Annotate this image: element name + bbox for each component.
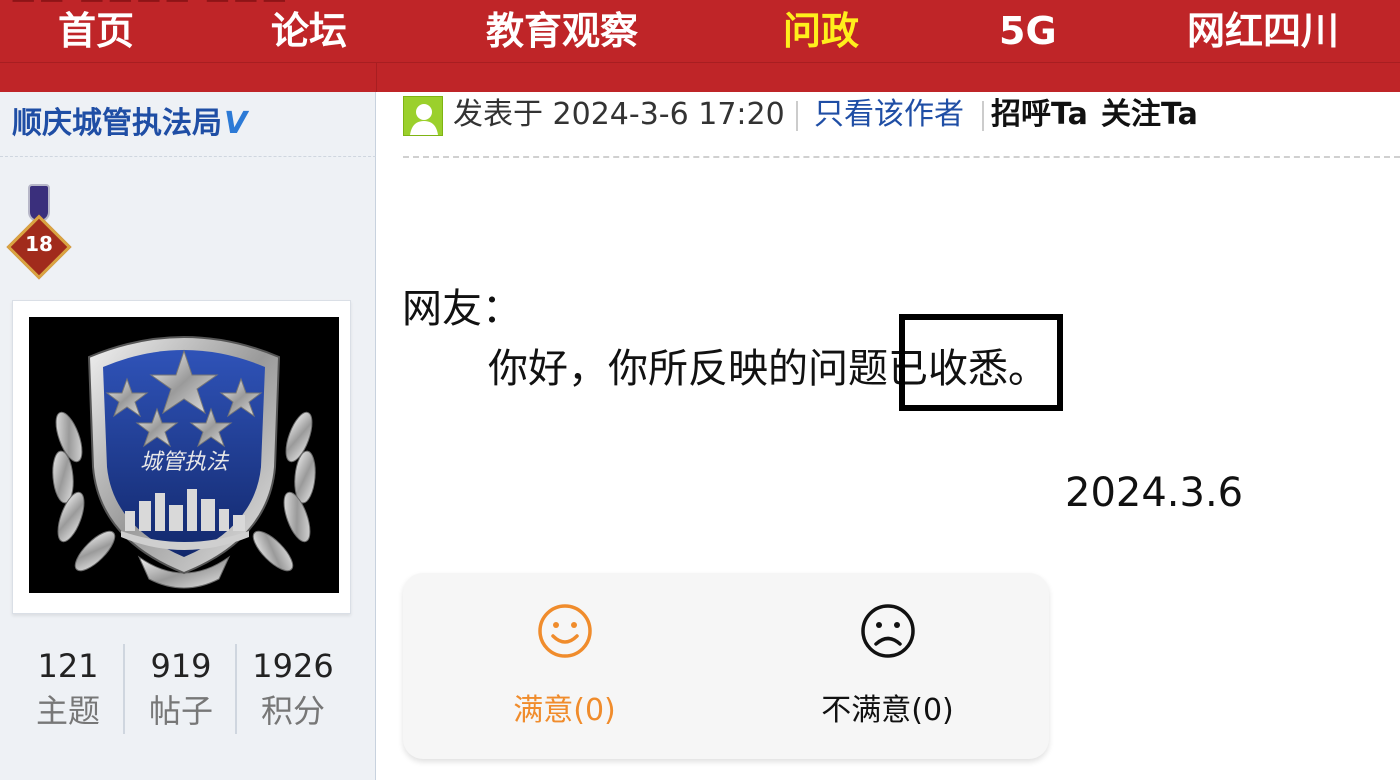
site-banner-strip: ▬▬ ▬▬▬▬ ▬▬▬ xyxy=(10,0,440,8)
smile-icon xyxy=(538,604,592,658)
satisfied-label: 满意(0) xyxy=(513,693,616,728)
post-greeting: 网友： xyxy=(402,286,522,332)
medal-icon[interactable]: 18 xyxy=(6,184,72,280)
user-silhouette-icon xyxy=(410,104,438,135)
author-stats: 121 主题 919 帖子 1926 积分 xyxy=(12,644,352,740)
posted-prefix-text: 发表于 xyxy=(453,97,543,132)
top-nav-bar: ▬▬ ▬▬▬▬ ▬▬▬ 首页 论坛 教育观察 问政 5G 网红四川 xyxy=(0,0,1400,92)
satisfied-button[interactable]: 满意(0) xyxy=(403,573,726,759)
verified-v-icon: V xyxy=(224,106,248,141)
follow-link[interactable]: 关注Ta xyxy=(1101,96,1198,134)
meta-divider xyxy=(982,101,984,131)
greet-link[interactable]: 招呼Ta xyxy=(991,96,1088,134)
highlight-box xyxy=(899,314,1063,411)
nav-item-forum[interactable]: 论坛 xyxy=(271,8,347,54)
meta-divider xyxy=(796,101,798,131)
nav-item-sichuan[interactable]: 网红四川 xyxy=(1187,8,1339,54)
unsatisfied-label: 不满意(0) xyxy=(821,693,954,728)
stat-points-value: 1926 xyxy=(252,647,334,685)
nav-item-wenzheng[interactable]: 问政 xyxy=(783,8,859,54)
medal-level: 18 xyxy=(25,232,53,256)
posted-time: 2024-3-6 17:20 xyxy=(552,97,785,132)
stat-posts-value: 919 xyxy=(150,647,212,685)
online-status-icon xyxy=(403,96,443,136)
stat-points-label: 积分 xyxy=(260,692,325,730)
only-author-link[interactable]: 只看该作者 xyxy=(814,96,964,134)
stat-topics[interactable]: 121 主题 xyxy=(12,644,124,740)
stat-posts[interactable]: 919 帖子 xyxy=(125,644,237,740)
avatar[interactable]: 城管执法 xyxy=(29,317,339,593)
posted-prefix: 发表于 2024-3-6 17:20 xyxy=(453,96,785,134)
nav-subline xyxy=(0,62,1400,63)
avatar-card[interactable]: 城管执法 xyxy=(12,300,351,614)
post-date: 2024.3.6 xyxy=(1065,470,1244,516)
rating-card: 满意(0) 不满意(0) xyxy=(403,573,1049,759)
frown-icon xyxy=(861,604,915,658)
emblem-text: 城管执法 xyxy=(140,450,230,475)
nav-item-home[interactable]: 首页 xyxy=(58,8,134,54)
author-name-row: 顺庆城管执法局V xyxy=(12,98,247,142)
stat-topics-value: 121 xyxy=(37,647,99,685)
sidebar-divider xyxy=(0,156,376,157)
author-sidebar: 顺庆城管执法局V 18 城管执法 121 主题 919 帖子 1926 积分 xyxy=(0,92,376,780)
nav-subdivider xyxy=(376,62,377,92)
nav-item-5g[interactable]: 5G xyxy=(999,8,1057,54)
nav-item-education[interactable]: 教育观察 xyxy=(486,8,638,54)
unsatisfied-button[interactable]: 不满意(0) xyxy=(726,573,1049,759)
stat-points[interactable]: 1926 积分 xyxy=(237,644,349,740)
stat-posts-label: 帖子 xyxy=(148,692,213,730)
post-divider xyxy=(403,156,1400,158)
stat-topics-label: 主题 xyxy=(35,692,100,730)
author-name-link[interactable]: 顺庆城管执法局 xyxy=(12,106,222,141)
enforcement-emblem-icon: 城管执法 xyxy=(52,336,316,589)
